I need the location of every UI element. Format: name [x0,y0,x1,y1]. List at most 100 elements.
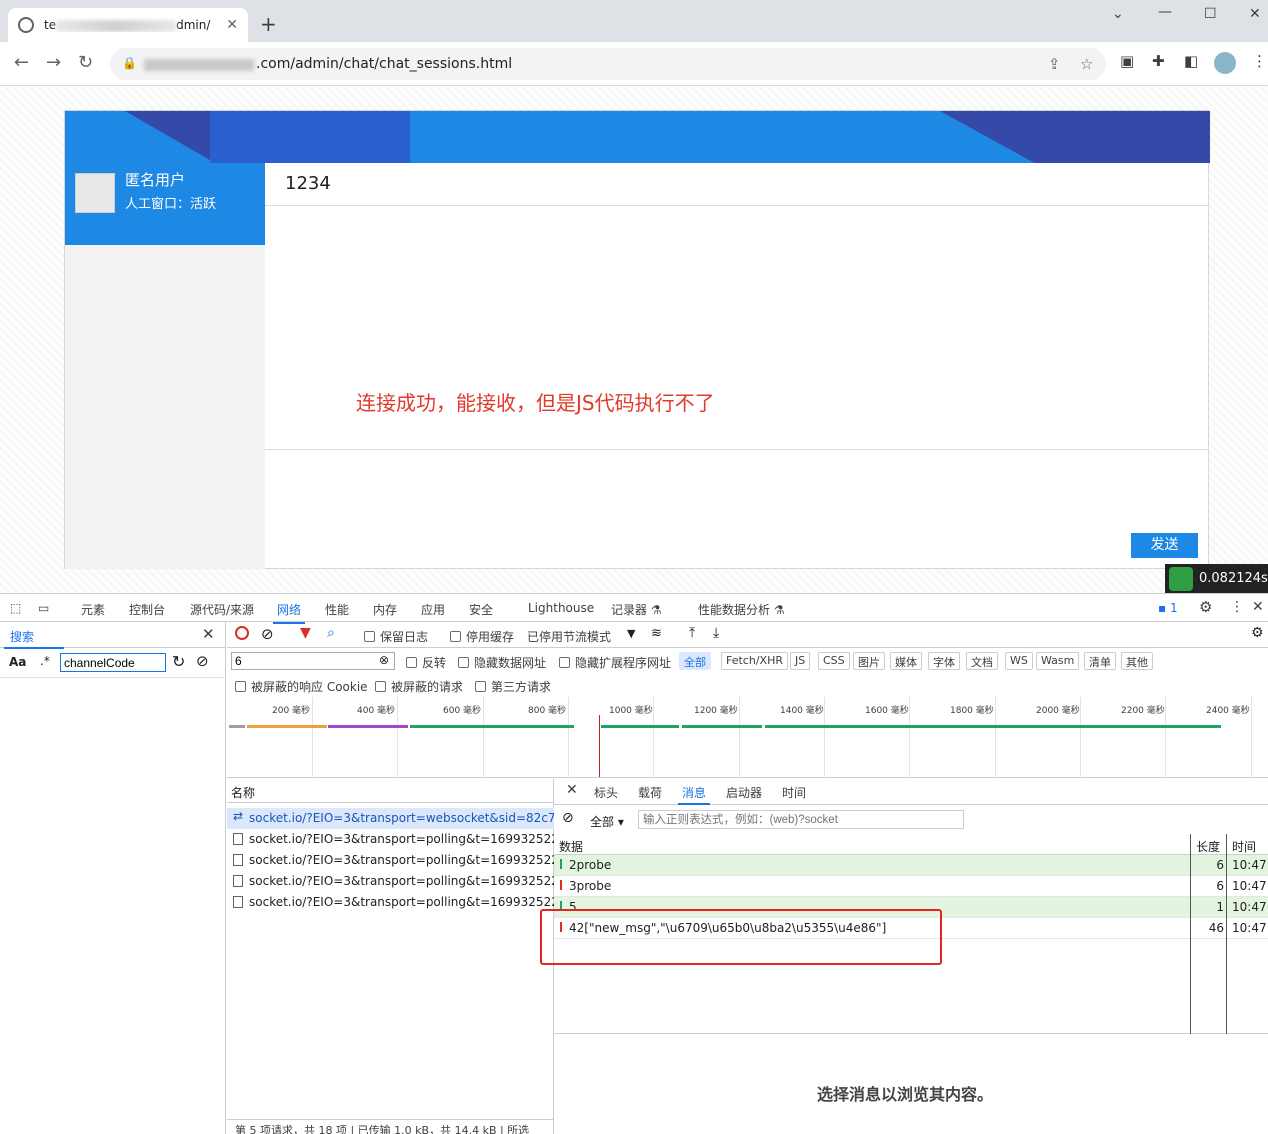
type-filter-fetch[interactable]: Fetch/XHR [721,652,788,670]
maximize-button[interactable]: ☐ [1204,6,1217,22]
settings-gear-icon[interactable]: ⚙ [1199,598,1212,616]
refresh-icon[interactable]: ↻ [172,652,185,671]
hide-extension-urls-checkbox[interactable]: 隐藏扩展程序网址 [559,654,671,671]
column-divider[interactable] [1190,834,1191,1034]
message-filter-input[interactable] [638,810,964,829]
column-length[interactable]: 长度 [1196,838,1220,855]
type-filter-other[interactable]: 其他 [1121,652,1153,670]
close-icon[interactable]: ✕ [566,782,578,798]
match-case-toggle[interactable]: Aa [9,655,26,669]
tab-recorder[interactable]: 记录器 ⚗ [611,601,662,618]
type-filter-css[interactable]: CSS [818,652,850,670]
share-icon[interactable]: ⇪ [1048,55,1061,73]
request-row[interactable]: ⇄ socket.io/?EIO=3&transport=websocket&si… [227,808,554,829]
type-filter-doc[interactable]: 文档 [966,652,998,670]
issues-badge[interactable]: ▪ 1 [1158,601,1178,615]
network-conditions-icon[interactable]: ≋ [651,626,662,641]
extension-icon[interactable]: ▣ [1120,52,1134,70]
chevron-down-icon[interactable]: ▼ [627,627,635,640]
filter-input[interactable] [231,652,395,670]
request-row[interactable]: socket.io/?EIO=3&transport=polling&t=169… [227,829,554,850]
throttle-select[interactable]: 已停用节流模式 [527,628,611,645]
tab-security[interactable]: 安全 [469,601,493,618]
minimize-button[interactable]: — [1158,4,1172,20]
tab-sources[interactable]: 源代码/来源 [190,601,254,618]
back-button[interactable]: ← [14,52,29,73]
reload-button[interactable]: ↻ [78,52,93,73]
chevron-down-icon[interactable]: ⌄ [1112,6,1124,22]
inspect-icon[interactable]: ⬚ [10,601,21,615]
close-tab-icon[interactable]: ✕ [226,17,238,33]
record-stop-icon[interactable] [235,626,249,640]
type-filter-img[interactable]: 图片 [853,652,885,670]
side-panel-icon[interactable]: ◧ [1184,52,1198,70]
column-time[interactable]: 时间 [1232,838,1256,855]
clear-icon[interactable]: ⊘ [196,652,209,670]
message-row[interactable]: 3probe 6 10:47:... [554,876,1268,897]
type-filter-js[interactable]: JS [790,652,811,670]
bookmark-star-icon[interactable]: ☆ [1080,55,1093,73]
forward-button[interactable]: → [46,52,61,73]
clear-log-icon[interactable]: ⊘ [261,625,274,643]
request-row[interactable]: socket.io/?EIO=3&transport=polling&t=169… [227,850,554,871]
type-filter-wasm[interactable]: Wasm [1036,652,1080,670]
send-button[interactable]: 发送 [1131,533,1198,558]
tab-messages[interactable]: 消息 [677,784,711,805]
preserve-log-checkbox[interactable]: 保留日志 [364,628,428,645]
tab-timing[interactable]: 时间 [782,784,806,801]
column-divider[interactable] [1226,834,1227,1034]
hide-data-urls-checkbox[interactable]: 隐藏数据网址 [458,654,546,671]
puzzle-icon[interactable]: ✚ [1152,52,1165,70]
close-window-button[interactable]: ✕ [1249,6,1261,22]
tab-application[interactable]: 应用 [421,601,445,618]
search-title[interactable]: 搜索 [3,628,65,649]
column-data[interactable]: 数据 [559,838,583,855]
tab-memory[interactable]: 内存 [373,601,397,618]
type-filter-all[interactable]: 全部 [679,652,711,670]
message-row[interactable]: 2probe 6 10:47:... [554,855,1268,876]
blocked-requests-checkbox[interactable]: 被屏蔽的请求 [375,678,463,695]
column-name[interactable]: 名称 [227,779,554,803]
blocked-cookies-checkbox[interactable]: 被屏蔽的响应 Cookie [235,678,368,695]
invert-checkbox[interactable]: 反转 [406,654,446,671]
browser-tab[interactable]: te dmin/ ✕ [8,8,248,42]
tab-elements[interactable]: 元素 [81,601,105,618]
search-icon[interactable]: ⌕ [327,625,335,641]
omnibox[interactable]: 🔒 .com/admin/chat/chat_sessions.html ⇪ ☆ [110,48,1106,80]
tab-performance-insights[interactable]: 性能数据分析 ⚗ [698,601,785,618]
new-tab-button[interactable]: + [260,12,277,36]
clear-messages-icon[interactable]: ⊘ [562,810,574,826]
tab-performance[interactable]: 性能 [325,601,349,618]
request-row[interactable]: socket.io/?EIO=3&transport=polling&t=169… [227,871,554,892]
disable-cache-checkbox[interactable]: 停用缓存 [450,628,514,645]
type-filter-ws[interactable]: WS [1005,652,1033,670]
tab-payload[interactable]: 载荷 [638,784,662,801]
filter-icon[interactable]: ▼ [300,625,311,641]
tab-lighthouse[interactable]: Lighthouse [528,601,594,615]
type-filter-media[interactable]: 媒体 [890,652,922,670]
session-item[interactable]: 匿名用户 人工窗口：活跃 [65,163,265,245]
profile-avatar[interactable] [1214,52,1236,74]
search-input[interactable] [60,653,166,672]
network-timeline[interactable]: 200 毫秒 400 毫秒 600 毫秒 800 毫秒 1000 毫秒 1200… [227,697,1268,778]
type-filter-manifest[interactable]: 清单 [1084,652,1116,670]
tab-initiator[interactable]: 启动器 [726,784,762,801]
clear-filter-icon[interactable]: ⊗ [379,653,389,667]
upload-icon[interactable]: ⤒ [689,625,695,641]
menu-icon[interactable]: ⋮ [1252,52,1267,70]
third-party-checkbox[interactable]: 第三方请求 [475,678,551,695]
regex-toggle[interactable]: .* [40,654,50,668]
type-filter-font[interactable]: 字体 [928,652,960,670]
message-type-filter[interactable]: 全部 ▾ [590,813,624,830]
url-text[interactable]: .com/admin/chat/chat_sessions.html [256,56,512,72]
lock-icon[interactable]: 🔒 [122,56,137,70]
tab-network[interactable]: 网络 [272,601,306,624]
device-toolbar-icon[interactable]: ▭ [38,601,49,615]
settings-gear-icon[interactable]: ⚙ [1251,625,1264,641]
tab-console[interactable]: 控制台 [129,601,165,618]
close-devtools-icon[interactable]: ✕ [1252,599,1264,615]
more-icon[interactable]: ⋮ [1230,599,1244,615]
close-icon[interactable]: ✕ [202,625,215,643]
download-icon[interactable]: ⤓ [713,625,719,641]
request-row[interactable]: socket.io/?EIO=3&transport=polling&t=169… [227,892,554,913]
